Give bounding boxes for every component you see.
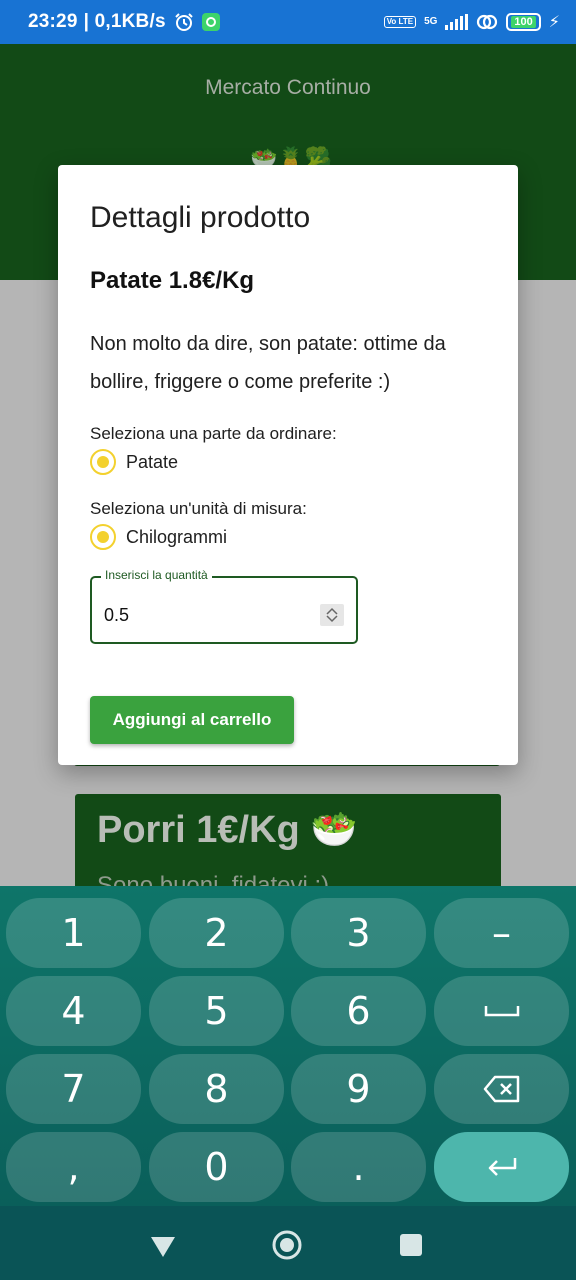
- volte-icon: Vo LTE: [383, 16, 417, 28]
- key-space[interactable]: [434, 976, 569, 1046]
- status-bar: 23:29 | 0,1KB/s Vo LTE 5G 100 ⚡: [0, 0, 576, 44]
- recents-icon[interactable]: [400, 1234, 422, 1256]
- part-option-label: Patate: [126, 451, 179, 472]
- product-card: Porri 1€/Kg 🥗 Sono buoni, fidatevi :): [75, 794, 501, 894]
- backspace-icon: [483, 1075, 519, 1103]
- numeric-keyboard: 1 2 3 – 4 5 6 7 8 9 , 0 .: [0, 886, 576, 1206]
- chevron-up-icon[interactable]: [326, 607, 338, 615]
- key-9[interactable]: 9: [291, 1054, 426, 1124]
- product-card-title: Porri 1€/Kg 🥗: [97, 809, 358, 851]
- enter-icon: [488, 1158, 516, 1176]
- app-title: Mercato Continuo: [205, 76, 371, 99]
- battery-icon: 100: [506, 13, 541, 31]
- key-1[interactable]: 1: [6, 898, 141, 968]
- key-comma[interactable]: ,: [6, 1132, 141, 1202]
- key-period[interactable]: .: [291, 1132, 426, 1202]
- part-label: Seleziona una parte da ordinare:: [90, 424, 337, 443]
- home-icon[interactable]: [272, 1230, 302, 1260]
- unit-label: Seleziona un'unità di misura:: [90, 499, 307, 518]
- chevron-down-icon[interactable]: [326, 615, 338, 623]
- navigation-bar: [0, 1206, 576, 1280]
- key-4[interactable]: 4: [6, 976, 141, 1046]
- product-description: Non molto da dire, son patate: ottime da…: [90, 333, 446, 393]
- network-speed: | 0,1KB/s: [83, 11, 166, 32]
- back-icon[interactable]: [150, 1236, 176, 1258]
- product-name: Patate 1.8€/Kg: [90, 267, 255, 294]
- key-0[interactable]: 0: [149, 1132, 284, 1202]
- key-8[interactable]: 8: [149, 1054, 284, 1124]
- key-7[interactable]: 7: [6, 1054, 141, 1124]
- quantity-input[interactable]: [104, 605, 304, 626]
- quantity-field[interactable]: Inserisci la quantità: [90, 568, 358, 644]
- charging-icon: ⚡: [548, 14, 560, 31]
- space-icon: [484, 1006, 519, 1017]
- add-to-cart-button[interactable]: Aggiungi al carrello: [90, 696, 294, 744]
- key-backspace[interactable]: [434, 1054, 569, 1124]
- alarm-icon: [175, 13, 193, 31]
- key-3[interactable]: 3: [291, 898, 426, 968]
- network-type: 5G: [424, 16, 438, 27]
- unit-option-chilogrammi[interactable]: Chilogrammi: [90, 524, 227, 550]
- notification-icon: [201, 13, 220, 31]
- battery-level: 100: [511, 16, 536, 28]
- dialog-title: Dettagli prodotto: [90, 201, 311, 234]
- key-6[interactable]: 6: [291, 976, 426, 1046]
- radio-selected-icon[interactable]: [90, 524, 116, 550]
- key-enter[interactable]: [434, 1132, 569, 1202]
- signal-icon: [445, 14, 469, 30]
- radio-selected-icon[interactable]: [90, 449, 116, 475]
- key-2[interactable]: 2: [149, 898, 284, 968]
- key-minus[interactable]: –: [434, 898, 569, 968]
- quantity-label: Inserisci la quantità: [101, 568, 212, 582]
- part-option-patate[interactable]: Patate: [90, 449, 178, 475]
- product-details-dialog: Dettagli prodotto Patate 1.8€/Kg Non mol…: [58, 165, 518, 765]
- clock: 23:29: [28, 11, 78, 32]
- key-5[interactable]: 5: [149, 976, 284, 1046]
- quantity-stepper[interactable]: [320, 604, 344, 626]
- link-icon: [477, 14, 498, 30]
- unit-option-label: Chilogrammi: [126, 526, 228, 547]
